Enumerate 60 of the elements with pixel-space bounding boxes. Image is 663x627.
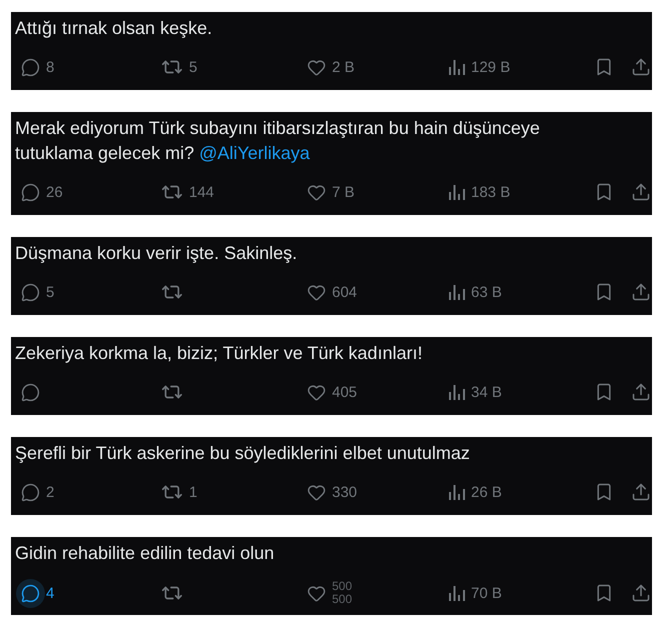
share-button[interactable] [631,57,651,77]
views-button[interactable]: 63 B [449,284,502,300]
repost-button[interactable]: 1 [161,481,198,503]
reply-button[interactable]: 2 [21,482,54,502]
views-button[interactable]: 183 B [449,184,510,200]
reply-button[interactable]: 4 [16,578,54,608]
share-button[interactable] [631,583,651,603]
views-button[interactable]: 129 B [449,60,510,74]
speech-bubble-icon [21,58,40,76]
share-button[interactable] [631,182,651,202]
share-button[interactable] [631,382,651,402]
heart-icon [307,584,326,602]
heart-icon [307,182,326,202]
like-count: 500 [332,593,352,606]
repost-button[interactable]: 5 [161,56,198,78]
tweet-text: Zekeriya korkma la, biziz; Türkler ve Türk kadınları! [15,342,424,365]
speech-bubble-icon [21,382,40,402]
share-button[interactable] [631,482,651,502]
bar-chart-icon [449,184,465,200]
reply-button[interactable]: 26 [21,182,63,202]
like-button[interactable]: 7 B [307,182,355,202]
bar-chart-icon [449,384,465,400]
heart-icon [307,58,326,76]
share-icon [631,482,651,502]
like-button[interactable]: 604 [307,282,358,302]
bar-chart-icon [449,284,465,300]
repost-button[interactable]: 144 [161,181,214,203]
share-icon [631,182,651,202]
speech-bubble-icon [21,282,40,302]
tweet-text: Attığı tırnak olsan keşke. [15,17,214,40]
reply-button[interactable]: 5 [21,282,54,302]
views-button[interactable]: 70 B [449,586,502,600]
bar-chart-icon [449,60,465,74]
share-icon [631,57,651,77]
mention-link[interactable]: @AliYerlikaya [199,143,310,163]
like-button[interactable]: 500 500 [307,580,352,606]
reply-button[interactable]: 8 [21,58,54,76]
share-icon [631,583,651,603]
like-button[interactable]: 405 [307,382,358,402]
tweet-text: Düşmana korku verir işte. Sakinleş. [15,242,298,265]
tweet-text: Merak ediyorum Türk subayını itibarsızlaştıran bu hain düşünceye tutuklama gelecek mi? @AliYerlikaya [15,117,541,165]
heart-icon [307,482,326,502]
tweet-text: Gidin rehabilite edilin tedavi olun [15,542,276,565]
views-button[interactable]: 34 B [449,384,502,400]
heart-icon [307,382,326,402]
share-button[interactable] [631,282,651,302]
share-icon [631,282,651,302]
tweet-text: Şerefli bir Türk askerine bu söylediklerini elbet unutulmaz [15,442,471,465]
speech-bubble-icon [21,182,40,202]
bar-chart-icon [449,586,465,600]
like-button[interactable]: 330 [307,482,358,502]
speech-bubble-icon [21,482,40,502]
heart-icon [307,282,326,302]
like-count: 500 [332,580,352,593]
reply-button[interactable] [21,382,40,402]
like-button[interactable]: 2 B [307,58,355,76]
bar-chart-icon [449,484,465,500]
share-icon [631,382,651,402]
views-button[interactable]: 26 B [449,484,502,500]
speech-bubble-icon [16,578,45,608]
